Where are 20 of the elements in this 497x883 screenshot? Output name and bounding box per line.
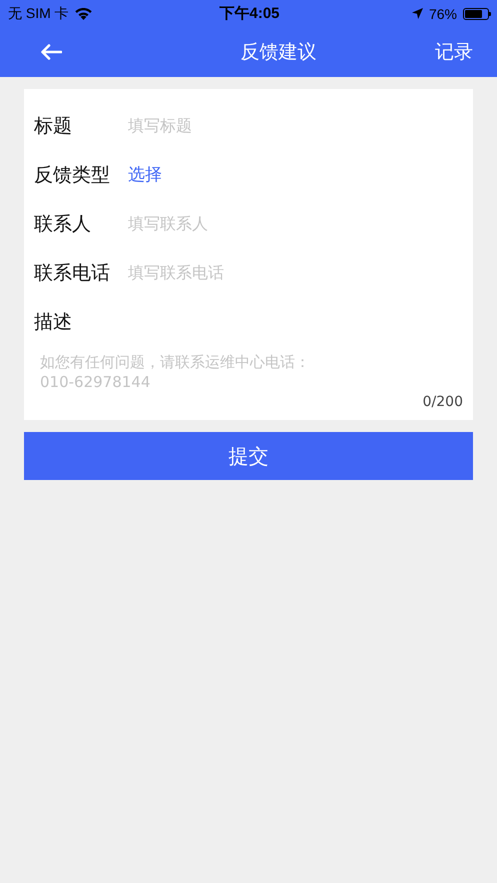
wifi-icon xyxy=(74,8,92,20)
input-field[interactable]: 填写标题 xyxy=(128,116,463,135)
submit-button[interactable]: 提交 xyxy=(24,432,473,480)
status-time: 下午4:05 xyxy=(219,4,280,23)
input-field[interactable]: 填写联系人 xyxy=(128,214,463,233)
field-label: 标题 xyxy=(34,114,73,138)
battery-percent: 76% xyxy=(428,6,457,22)
field-label: 描述 xyxy=(34,310,73,334)
carrier: 无 SIM 卡 xyxy=(8,4,69,22)
input-field[interactable]: 填写联系电话 xyxy=(128,263,463,282)
field-label: 联系电话 xyxy=(34,260,111,286)
select-link[interactable]: 选择 xyxy=(128,163,162,186)
location-arrow-icon xyxy=(412,8,423,19)
character-counter: 0/200 xyxy=(422,394,463,410)
field-label: 联系人 xyxy=(34,212,92,236)
back-button[interactable] xyxy=(40,44,62,60)
battery-icon xyxy=(463,8,491,20)
page-title: 反馈建议 xyxy=(240,40,316,65)
records-button[interactable]: 记录 xyxy=(435,39,473,65)
field-label: 反馈类型 xyxy=(34,162,111,188)
